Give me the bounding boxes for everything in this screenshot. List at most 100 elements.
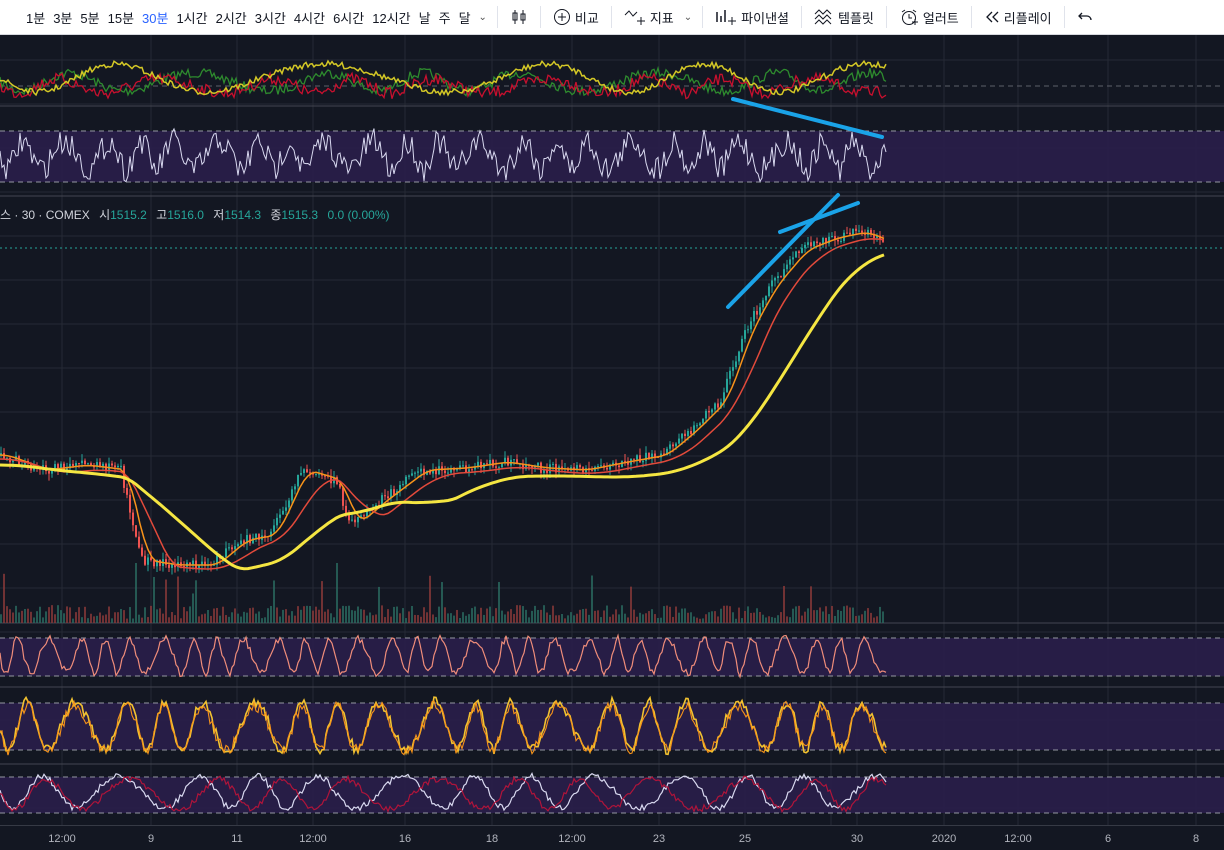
- candle-body: [168, 564, 170, 568]
- candle-body: [48, 471, 50, 474]
- candle-body: [165, 559, 167, 565]
- volume-bar: [402, 608, 404, 623]
- timeframe-button[interactable]: 1시간: [172, 8, 211, 27]
- candle-body: [147, 557, 149, 565]
- volume-bar: [150, 605, 152, 623]
- volume-bar: [732, 612, 734, 623]
- candle-body: [471, 469, 473, 471]
- timeframe-button[interactable]: 6시간: [329, 8, 368, 27]
- volume-bar: [183, 607, 185, 623]
- timeframe-button[interactable]: 12시간: [368, 8, 414, 27]
- candle-body: [726, 378, 728, 393]
- toolbar-divider: [702, 6, 704, 28]
- volume-bar: [666, 605, 668, 623]
- volume-bar: [552, 605, 554, 623]
- timeframe-button[interactable]: 1분: [22, 8, 49, 27]
- timeframe-button[interactable]: 3분: [49, 8, 76, 27]
- time-axis[interactable]: 12:00 9 11 12:00 16 18 12:00 23 25 30 2020 12:00 6 8: [0, 825, 1224, 850]
- volume-bar: [210, 615, 212, 623]
- financials-label: 파이낸셜: [741, 10, 789, 26]
- volume-bar: [687, 612, 689, 623]
- volume-bar: [33, 617, 35, 623]
- volume-bar: [690, 612, 692, 623]
- financials-button[interactable]: 파이낸셜: [709, 8, 795, 27]
- timeframe-button[interactable]: 15분: [104, 8, 138, 27]
- candle-body: [273, 525, 275, 532]
- alert-button[interactable]: 얼러트: [893, 8, 965, 27]
- undo-button[interactable]: [1071, 9, 1099, 25]
- legend-close-value: 1515.3: [281, 208, 319, 222]
- volume-bar: [39, 606, 41, 623]
- time-axis-label: 18: [485, 833, 499, 845]
- replay-button[interactable]: 리플레이: [978, 8, 1058, 27]
- volume-bar: [834, 615, 836, 623]
- candle-body: [600, 465, 602, 467]
- volume-bar: [228, 616, 230, 623]
- volume-bar: [858, 615, 860, 623]
- volume-bar: [309, 606, 311, 623]
- volume-bar: [108, 606, 110, 623]
- candle-body: [132, 512, 134, 526]
- timeframe-button[interactable]: 달: [455, 8, 475, 27]
- timeframe-button[interactable]: 30분: [138, 8, 172, 27]
- volume-bar: [264, 617, 266, 623]
- volume-bar: [213, 608, 215, 623]
- time-axis-label: 8: [1192, 833, 1200, 845]
- timeframe-button[interactable]: 날: [415, 8, 435, 27]
- volume-bar: [585, 608, 587, 623]
- volume-bar: [609, 616, 611, 623]
- volume-bar: [669, 606, 671, 623]
- volume-bar: [702, 618, 704, 623]
- volume-bar: [249, 608, 251, 623]
- candle-body: [744, 330, 746, 339]
- candle-body: [84, 460, 86, 465]
- volume-bar: [630, 586, 632, 623]
- volume-bar: [498, 581, 500, 623]
- volume-bar: [372, 615, 374, 623]
- candle-body: [462, 465, 464, 467]
- chart-area[interactable]: [0, 35, 1224, 825]
- volume-bar: [483, 614, 485, 623]
- volume-bar: [105, 614, 107, 623]
- timeframe-button[interactable]: 2시간: [212, 8, 251, 27]
- volume-bar: [582, 609, 584, 623]
- osc2-band: [0, 703, 1224, 750]
- rsi-band: [0, 131, 1224, 182]
- volume-bar: [423, 607, 425, 623]
- volume-bar: [462, 612, 464, 623]
- indicators-button[interactable]: 지표: [618, 8, 680, 27]
- timeframe-button[interactable]: 주: [435, 8, 455, 27]
- candle-body: [747, 329, 749, 331]
- volume-bar: [762, 614, 764, 623]
- volume-bar: [525, 609, 527, 623]
- candle-body: [750, 321, 752, 330]
- chart-style-button[interactable]: [504, 8, 534, 26]
- volume-bar: [642, 614, 644, 623]
- volume-bar: [21, 610, 23, 623]
- volume-bar: [645, 613, 647, 623]
- volume-bar: [354, 610, 356, 623]
- timeframe-more-chevron-icon[interactable]: ⌄: [475, 12, 491, 23]
- volume-bar: [489, 606, 491, 623]
- volume-bar: [6, 606, 8, 623]
- timeframe-button[interactable]: 3시간: [251, 8, 290, 27]
- volume-bar: [126, 618, 128, 623]
- volume-bar: [351, 610, 353, 623]
- time-axis-label: 30: [850, 833, 864, 845]
- chart-toolbar: 1분 3분 5분 15분 30분 1시간 2시간 3시간 4시간 6시간 12시간 날 주 달 ⌄ 비교 …: [0, 0, 1224, 35]
- volume-bar: [243, 611, 245, 623]
- legend-high-value: 1516.0: [167, 208, 204, 222]
- timeframe-button[interactable]: 5분: [76, 8, 103, 27]
- replay-label: 리플레이: [1003, 10, 1052, 26]
- candle-body: [87, 463, 89, 465]
- time-axis-label: 12:00: [48, 833, 76, 845]
- volume-bar: [147, 617, 149, 623]
- candle-body: [513, 459, 515, 461]
- timeframe-button[interactable]: 4시간: [290, 8, 329, 27]
- volume-bar: [465, 615, 467, 623]
- volume-bar: [222, 606, 224, 623]
- candle-body: [228, 547, 230, 549]
- indicators-dropdown-chevron-icon[interactable]: ⌄: [680, 12, 696, 23]
- compare-button[interactable]: 비교: [547, 8, 605, 27]
- templates-button[interactable]: 템플릿: [808, 8, 880, 27]
